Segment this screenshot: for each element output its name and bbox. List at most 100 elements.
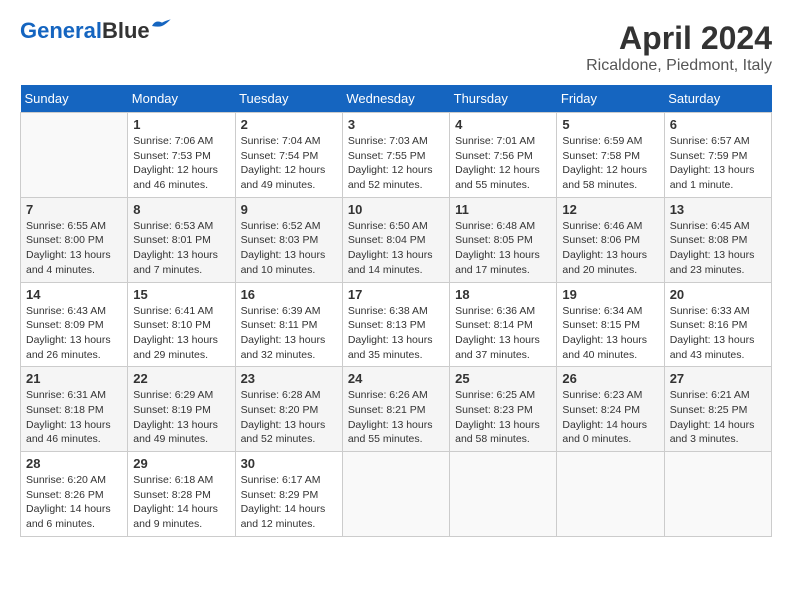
calendar-cell: 3Sunrise: 7:03 AM Sunset: 7:55 PM Daylig… xyxy=(342,113,449,198)
day-info: Sunrise: 6:50 AM Sunset: 8:04 PM Dayligh… xyxy=(348,219,444,278)
calendar-cell: 28 Sunrise: 6:20 AM Sunset: 8:26 PM Dayli… xyxy=(21,452,128,537)
day-info: Sunrise: 6:41 AM Sunset: 8:10 PM Dayligh… xyxy=(133,304,229,363)
header-friday: Friday xyxy=(557,85,664,113)
day-number: 16 xyxy=(241,287,337,302)
calendar-cell xyxy=(21,113,128,198)
day-number: 18 xyxy=(455,287,551,302)
day-info: Sunrise: 6:48 AM Sunset: 8:05 PM Dayligh… xyxy=(455,219,551,278)
calendar-week-row: 7 Sunrise: 6:55 AM Sunset: 8:00 PM Daylig… xyxy=(21,197,772,282)
day-info: Sunrise: 6:55 AM Sunset: 8:00 PM Dayligh… xyxy=(26,219,122,278)
day-info: Sunrise: 6:39 AM Sunset: 8:11 PM Dayligh… xyxy=(241,304,337,363)
calendar-cell: 6 Sunrise: 6:57 AM Sunset: 7:59 PM Daylig… xyxy=(664,113,771,198)
calendar-cell: 9 Sunrise: 6:52 AM Sunset: 8:03 PM Daylig… xyxy=(235,197,342,282)
calendar-cell: 27 Sunrise: 6:21 AM Sunset: 8:25 PM Dayli… xyxy=(664,367,771,452)
day-number: 3 xyxy=(348,117,444,132)
title-block: April 2024 Ricaldone, Piedmont, Italy xyxy=(586,20,772,75)
calendar-cell: 21Sunrise: 6:31 AM Sunset: 8:18 PM Dayli… xyxy=(21,367,128,452)
calendar-cell: 7 Sunrise: 6:55 AM Sunset: 8:00 PM Daylig… xyxy=(21,197,128,282)
day-number: 9 xyxy=(241,202,337,217)
calendar-cell: 4 Sunrise: 7:01 AM Sunset: 7:56 PM Daylig… xyxy=(450,113,557,198)
calendar-cell: 14 Sunrise: 6:43 AM Sunset: 8:09 PM Dayli… xyxy=(21,282,128,367)
calendar-week-row: 28 Sunrise: 6:20 AM Sunset: 8:26 PM Dayli… xyxy=(21,452,772,537)
day-number: 20 xyxy=(670,287,766,302)
day-number: 14 xyxy=(26,287,122,302)
calendar-cell: 22 Sunrise: 6:29 AM Sunset: 8:19 PM Dayli… xyxy=(128,367,235,452)
header-wednesday: Wednesday xyxy=(342,85,449,113)
day-number: 21 xyxy=(26,371,122,386)
header-tuesday: Tuesday xyxy=(235,85,342,113)
day-number: 4 xyxy=(455,117,551,132)
calendar-cell: 18Sunrise: 6:36 AM Sunset: 8:14 PM Dayli… xyxy=(450,282,557,367)
day-info: Sunrise: 6:43 AM Sunset: 8:09 PM Dayligh… xyxy=(26,304,122,363)
day-info: Sunrise: 6:46 AM Sunset: 8:06 PM Dayligh… xyxy=(562,219,658,278)
day-info: Sunrise: 6:23 AM Sunset: 8:24 PM Dayligh… xyxy=(562,388,658,447)
day-info: Sunrise: 6:45 AM Sunset: 8:08 PM Dayligh… xyxy=(670,219,766,278)
logo-text: GeneralBlue xyxy=(20,20,150,42)
calendar-cell: 16 Sunrise: 6:39 AM Sunset: 8:11 PM Dayli… xyxy=(235,282,342,367)
calendar-cell: 20 Sunrise: 6:33 AM Sunset: 8:16 PM Dayli… xyxy=(664,282,771,367)
day-number: 1 xyxy=(133,117,229,132)
calendar-week-row: 1 Sunrise: 7:06 AM Sunset: 7:53 PM Daylig… xyxy=(21,113,772,198)
day-info: Sunrise: 7:06 AM Sunset: 7:53 PM Dayligh… xyxy=(133,134,229,193)
header-thursday: Thursday xyxy=(450,85,557,113)
day-number: 22 xyxy=(133,371,229,386)
day-number: 8 xyxy=(133,202,229,217)
day-number: 24 xyxy=(348,371,444,386)
header-sunday: Sunday xyxy=(21,85,128,113)
day-info: Sunrise: 6:20 AM Sunset: 8:26 PM Dayligh… xyxy=(26,473,122,532)
day-info: Sunrise: 6:57 AM Sunset: 7:59 PM Dayligh… xyxy=(670,134,766,193)
day-number: 28 xyxy=(26,456,122,471)
calendar-cell: 26Sunrise: 6:23 AM Sunset: 8:24 PM Dayli… xyxy=(557,367,664,452)
day-number: 6 xyxy=(670,117,766,132)
day-number: 29 xyxy=(133,456,229,471)
day-number: 2 xyxy=(241,117,337,132)
day-number: 19 xyxy=(562,287,658,302)
calendar-header-row: SundayMondayTuesdayWednesdayThursdayFrid… xyxy=(21,85,772,113)
header-monday: Monday xyxy=(128,85,235,113)
day-number: 10 xyxy=(348,202,444,217)
calendar-week-row: 14 Sunrise: 6:43 AM Sunset: 8:09 PM Dayli… xyxy=(21,282,772,367)
day-info: Sunrise: 7:01 AM Sunset: 7:56 PM Dayligh… xyxy=(455,134,551,193)
day-number: 17 xyxy=(348,287,444,302)
day-number: 23 xyxy=(241,371,337,386)
calendar-cell xyxy=(450,452,557,537)
day-info: Sunrise: 6:59 AM Sunset: 7:58 PM Dayligh… xyxy=(562,134,658,193)
page-header: GeneralBlue April 2024 Ricaldone, Piedmo… xyxy=(20,20,772,75)
calendar-cell xyxy=(342,452,449,537)
page-subtitle: Ricaldone, Piedmont, Italy xyxy=(586,57,772,75)
calendar-table: SundayMondayTuesdayWednesdayThursdayFrid… xyxy=(20,85,772,537)
page-title: April 2024 xyxy=(586,20,772,57)
calendar-cell: 10 Sunrise: 6:50 AM Sunset: 8:04 PM Dayli… xyxy=(342,197,449,282)
calendar-cell: 30Sunrise: 6:17 AM Sunset: 8:29 PM Dayli… xyxy=(235,452,342,537)
calendar-cell: 12 Sunrise: 6:46 AM Sunset: 8:06 PM Dayli… xyxy=(557,197,664,282)
day-info: Sunrise: 6:38 AM Sunset: 8:13 PM Dayligh… xyxy=(348,304,444,363)
day-number: 12 xyxy=(562,202,658,217)
day-number: 25 xyxy=(455,371,551,386)
calendar-cell: 11 Sunrise: 6:48 AM Sunset: 8:05 PM Dayli… xyxy=(450,197,557,282)
day-number: 7 xyxy=(26,202,122,217)
calendar-cell: 25 Sunrise: 6:25 AM Sunset: 8:23 PM Dayli… xyxy=(450,367,557,452)
calendar-cell: 17 Sunrise: 6:38 AM Sunset: 8:13 PM Dayli… xyxy=(342,282,449,367)
header-saturday: Saturday xyxy=(664,85,771,113)
day-info: Sunrise: 7:04 AM Sunset: 7:54 PM Dayligh… xyxy=(241,134,337,193)
day-info: Sunrise: 6:33 AM Sunset: 8:16 PM Dayligh… xyxy=(670,304,766,363)
day-number: 11 xyxy=(455,202,551,217)
calendar-cell: 8Sunrise: 6:53 AM Sunset: 8:01 PM Daylig… xyxy=(128,197,235,282)
day-number: 15 xyxy=(133,287,229,302)
logo-bird-icon xyxy=(152,18,172,34)
day-info: Sunrise: 6:28 AM Sunset: 8:20 PM Dayligh… xyxy=(241,388,337,447)
day-info: Sunrise: 6:52 AM Sunset: 8:03 PM Dayligh… xyxy=(241,219,337,278)
calendar-cell: 29Sunrise: 6:18 AM Sunset: 8:28 PM Dayli… xyxy=(128,452,235,537)
calendar-cell: 1 Sunrise: 7:06 AM Sunset: 7:53 PM Daylig… xyxy=(128,113,235,198)
day-number: 5 xyxy=(562,117,658,132)
day-number: 13 xyxy=(670,202,766,217)
calendar-cell: 24Sunrise: 6:26 AM Sunset: 8:21 PM Dayli… xyxy=(342,367,449,452)
day-info: Sunrise: 6:21 AM Sunset: 8:25 PM Dayligh… xyxy=(670,388,766,447)
logo: GeneralBlue xyxy=(20,20,172,42)
calendar-week-row: 21Sunrise: 6:31 AM Sunset: 8:18 PM Dayli… xyxy=(21,367,772,452)
day-number: 27 xyxy=(670,371,766,386)
day-info: Sunrise: 6:29 AM Sunset: 8:19 PM Dayligh… xyxy=(133,388,229,447)
day-info: Sunrise: 6:25 AM Sunset: 8:23 PM Dayligh… xyxy=(455,388,551,447)
calendar-cell xyxy=(557,452,664,537)
day-info: Sunrise: 6:17 AM Sunset: 8:29 PM Dayligh… xyxy=(241,473,337,532)
